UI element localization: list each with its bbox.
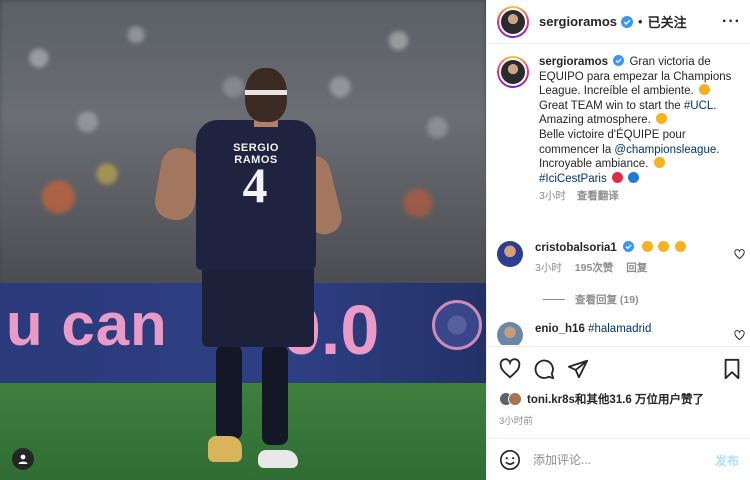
- verified-icon: [613, 55, 625, 66]
- clapping-hands-emoji-icon: [674, 241, 686, 252]
- user-tag-button[interactable]: [12, 448, 34, 470]
- player-left-leg: [216, 345, 242, 440]
- verified-icon: [623, 241, 635, 252]
- comments-section[interactable]: sergioramos Gran victoria de EQUIPO para…: [487, 45, 750, 345]
- caption-avatar[interactable]: [497, 56, 529, 88]
- smile-icon[interactable]: [499, 449, 521, 471]
- clapping-hands-emoji-icon: [642, 241, 654, 252]
- caption: sergioramos Gran victoria de EQUIPO para…: [497, 55, 745, 204]
- comment-meta: 3小时 195次赞 回复: [535, 261, 728, 275]
- likes-text: toni.kr8s和其他31.6 万位用户赞了: [527, 394, 705, 406]
- author-username[interactable]: sergioramos: [539, 14, 617, 29]
- post-photo[interactable]: u can 0.0 SERGIO RAMOS 4: [0, 0, 486, 480]
- ad-board-text-left: u can: [6, 291, 168, 358]
- comment-icon[interactable]: [533, 358, 555, 380]
- more-icon[interactable]: ···: [722, 13, 741, 31]
- add-comment-bar: 发布: [487, 438, 750, 480]
- post-header: sergioramos • 已关注 ···: [487, 0, 750, 44]
- blue-circle-emoji-icon: [628, 171, 640, 183]
- share-icon[interactable]: [567, 358, 589, 380]
- comment-avatar[interactable]: [497, 241, 523, 267]
- player-right-boot: [258, 450, 298, 468]
- caption-meta: 3小时 查看翻译: [539, 189, 739, 204]
- jersey-number: 4: [242, 157, 268, 213]
- liker-avatar: [508, 392, 522, 406]
- player-figure: SERGIO RAMOS 4: [150, 60, 346, 470]
- red-circle-emoji-icon: [611, 171, 623, 183]
- comment-username[interactable]: enio_h16: [535, 323, 585, 335]
- raised-hands-emoji-icon: [698, 84, 710, 96]
- heart-icon[interactable]: [734, 330, 745, 341]
- heart-icon[interactable]: [734, 249, 745, 260]
- action-icons: [499, 357, 743, 381]
- player-left-boot: [208, 436, 242, 462]
- clapping-hands-emoji-icon: [658, 241, 670, 252]
- comment-avatar[interactable]: [497, 322, 523, 345]
- comment-username[interactable]: cristobalsoria1: [535, 242, 617, 254]
- player-headband: [245, 90, 287, 95]
- save-icon[interactable]: [721, 358, 743, 380]
- verified-icon: [621, 15, 634, 28]
- player-right-leg: [262, 345, 288, 445]
- view-replies-button[interactable]: 查看回复 (19): [543, 292, 639, 307]
- comment-body: enio_h16 #halamadrid: [535, 322, 728, 345]
- post-comment-button[interactable]: 发布: [715, 452, 739, 469]
- caption-line-en-pre: Great TEAM win to start the: [539, 99, 684, 112]
- comment-time: 3小时: [535, 262, 562, 274]
- mention-championsleague-link[interactable]: @championsleague: [614, 144, 716, 156]
- user-tag-icon: [18, 454, 28, 464]
- comment-input[interactable]: [533, 453, 715, 467]
- hashtag-halamadrid-link[interactable]: #halamadrid: [588, 323, 651, 335]
- replies-divider: [543, 299, 565, 300]
- following-button[interactable]: 已关注: [648, 12, 687, 31]
- player-shorts: [202, 265, 314, 347]
- separator-dot: •: [638, 14, 643, 29]
- view-replies-label: 查看回复 (19): [575, 294, 639, 306]
- author-avatar[interactable]: [497, 5, 529, 38]
- hashtag-icicestparis-link[interactable]: #IciCestParis: [539, 173, 607, 185]
- player-head: [245, 68, 287, 122]
- comment-item: cristobalsoria1 3小时 195次赞 回复: [497, 241, 745, 275]
- see-translation-button[interactable]: 查看翻译: [577, 190, 619, 202]
- caption-time: 3小时: [539, 190, 566, 203]
- caption-username[interactable]: sergioramos: [539, 56, 608, 68]
- comment-item: enio_h16 #halamadrid: [497, 322, 745, 345]
- champions-league-ball-logo: [432, 300, 482, 350]
- post-side-panel: sergioramos • 已关注 ··· sergioramos Gran v…: [486, 0, 750, 480]
- comment-body: cristobalsoria1 3小时 195次赞 回复: [535, 241, 728, 275]
- post-actions: toni.kr8s和其他31.6 万位用户赞了 3小时前 发布: [487, 346, 750, 480]
- hashtag-ucl-link[interactable]: #UCL: [684, 100, 713, 112]
- caption-text: sergioramos Gran victoria de EQUIPO para…: [539, 55, 739, 204]
- raised-hands-emoji-icon: [656, 113, 668, 125]
- heart-icon[interactable]: [499, 358, 521, 380]
- comment-likes[interactable]: 195次赞: [575, 262, 614, 274]
- reply-button[interactable]: 回复: [626, 262, 647, 274]
- raised-hands-emoji-icon: [653, 157, 665, 169]
- likes-summary[interactable]: toni.kr8s和其他31.6 万位用户赞了: [499, 391, 704, 407]
- post-time: 3小时前: [499, 416, 533, 427]
